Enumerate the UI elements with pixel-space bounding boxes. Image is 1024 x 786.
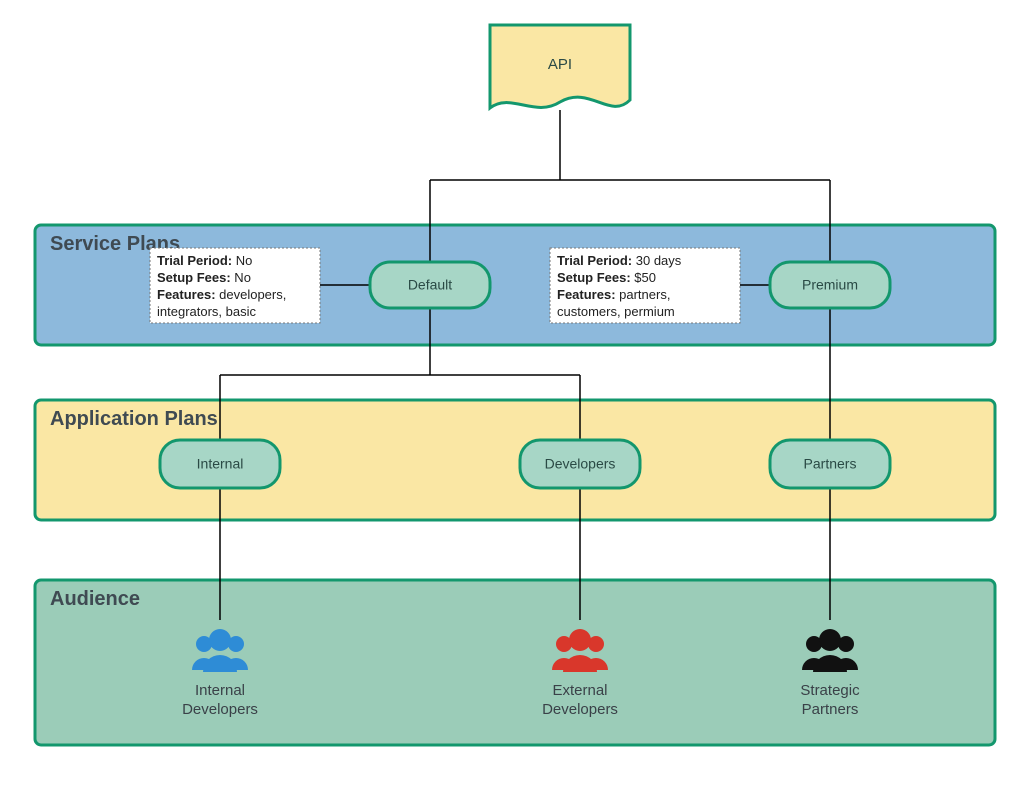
strategic-label-1: Strategic xyxy=(800,682,860,699)
premium-plan-node: Premium xyxy=(770,262,890,308)
default-trial-value: No xyxy=(232,253,252,268)
svg-text:Features: partners,: Features: partners, xyxy=(557,287,670,302)
default-features-label: Features: xyxy=(157,287,216,302)
premium-features-label: Features: xyxy=(557,287,616,302)
svg-text:Trial Period: No: Trial Period: No xyxy=(157,253,252,268)
api-label: API xyxy=(548,56,572,73)
partners-plan-node: Partners xyxy=(770,440,890,488)
strategic-label-2: Partners xyxy=(802,701,859,718)
premium-features-value-part1: partners, xyxy=(616,287,671,302)
internal-plan-node: Internal xyxy=(160,440,280,488)
api-node: API xyxy=(490,25,630,108)
audience-label: Audience xyxy=(50,588,140,610)
svg-text:Setup Fees: $50: Setup Fees: $50 xyxy=(557,270,656,285)
default-details-box: Trial Period: No Setup Fees: No Features… xyxy=(150,248,320,323)
premium-plan-label: Premium xyxy=(802,277,858,293)
premium-fees-label: Setup Fees: xyxy=(557,270,631,285)
premium-fees-value: $50 xyxy=(631,270,656,285)
premium-details-box: Trial Period: 30 days Setup Fees: $50 Fe… xyxy=(550,248,740,323)
external-dev-label-2: Developers xyxy=(542,701,618,718)
default-plan-label: Default xyxy=(408,277,452,293)
external-dev-label-1: External xyxy=(552,682,607,699)
default-trial-label: Trial Period: xyxy=(157,253,232,268)
connectors xyxy=(220,110,830,620)
premium-features-value-part2: customers, permium xyxy=(557,304,675,319)
premium-trial-value: 30 days xyxy=(632,253,682,268)
svg-text:Setup Fees: No: Setup Fees: No xyxy=(157,270,251,285)
default-fees-label: Setup Fees: xyxy=(157,270,231,285)
premium-trial-label: Trial Period: xyxy=(557,253,632,268)
internal-dev-label-1: Internal xyxy=(195,682,245,699)
default-fees-value: No xyxy=(231,270,251,285)
developers-plan-node: Developers xyxy=(520,440,640,488)
default-features-value-part1: developers, xyxy=(216,287,287,302)
application-plans-label: Application Plans xyxy=(50,408,218,430)
developers-plan-label: Developers xyxy=(545,456,616,472)
default-features-value-part2: integrators, basic xyxy=(157,304,256,319)
svg-text:Features: developers,: Features: developers, xyxy=(157,287,286,302)
internal-plan-label: Internal xyxy=(197,456,244,472)
svg-text:Trial Period: 30 days: Trial Period: 30 days xyxy=(557,253,682,268)
default-plan-node: Default xyxy=(370,262,490,308)
partners-plan-label: Partners xyxy=(804,456,857,472)
internal-dev-label-2: Developers xyxy=(182,701,258,718)
